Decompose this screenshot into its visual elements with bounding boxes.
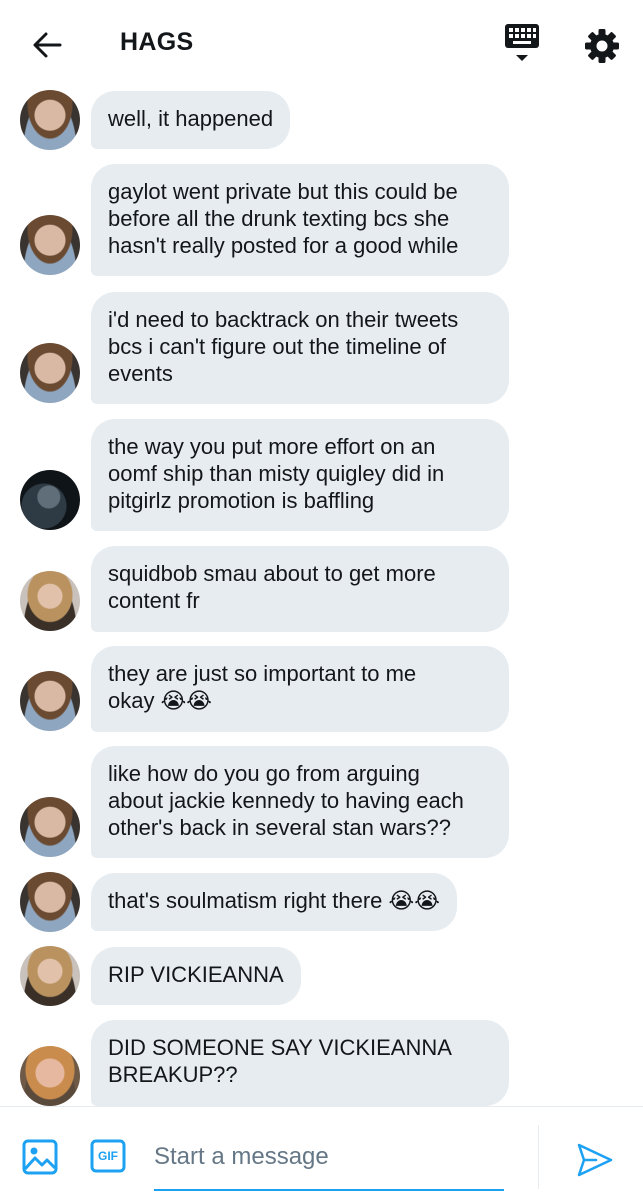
settings-button[interactable] — [580, 24, 624, 68]
conversation-title: HAGS — [120, 28, 194, 56]
back-button[interactable] — [26, 24, 68, 66]
message-composer: GIF — [0, 1106, 643, 1200]
message-bubble[interactable]: they are just so important to me okay 😭😭 — [91, 646, 509, 732]
send-icon — [577, 1143, 613, 1177]
add-gif-button[interactable]: GIF — [90, 1139, 126, 1173]
message-bubble[interactable]: the way you put more effort on an oomf s… — [91, 419, 509, 531]
message-bubble[interactable]: RIP VICKIEANNA — [91, 947, 301, 1005]
sender-avatar[interactable] — [20, 571, 80, 631]
sender-avatar[interactable] — [20, 671, 80, 731]
send-button[interactable] — [576, 1141, 614, 1179]
sender-avatar[interactable] — [20, 215, 80, 275]
message-bubble[interactable]: DID SOMEONE SAY VICKIEANNA BREAKUP?? — [91, 1020, 509, 1106]
message-bubble[interactable]: gaylot went private but this could be be… — [91, 164, 509, 276]
dm-conversation-screen: HAGS well, it happened gaylot went priva… — [0, 0, 643, 1200]
sender-avatar[interactable] — [20, 797, 80, 857]
sender-avatar[interactable] — [20, 946, 80, 1006]
message-bubble[interactable]: like how do you go from arguing about ja… — [91, 746, 509, 858]
message-bubble[interactable]: i'd need to backtrack on their tweets bc… — [91, 292, 509, 404]
sender-avatar[interactable] — [20, 90, 80, 150]
add-photo-button[interactable] — [22, 1139, 58, 1175]
sender-avatar[interactable] — [20, 343, 80, 403]
sender-avatar[interactable] — [20, 872, 80, 932]
message-input[interactable] — [154, 1131, 504, 1191]
arrow-left-icon — [33, 32, 62, 58]
sender-avatar[interactable] — [20, 470, 80, 530]
composer-divider — [538, 1125, 539, 1189]
gif-label: GIF — [98, 1149, 118, 1163]
gear-icon — [585, 29, 619, 63]
sender-avatar[interactable] — [20, 1046, 80, 1106]
message-bubble[interactable]: squidbob smau about to get more content … — [91, 546, 509, 632]
keyboard-shortcuts-button[interactable] — [500, 22, 544, 68]
image-icon — [22, 1139, 58, 1175]
keyboard-icon — [505, 24, 539, 61]
message-bubble[interactable]: well, it happened — [91, 91, 291, 149]
conversation-header: HAGS — [0, 0, 643, 88]
message-bubble[interactable]: that's soulmatism right there 😭😭 — [91, 873, 457, 931]
